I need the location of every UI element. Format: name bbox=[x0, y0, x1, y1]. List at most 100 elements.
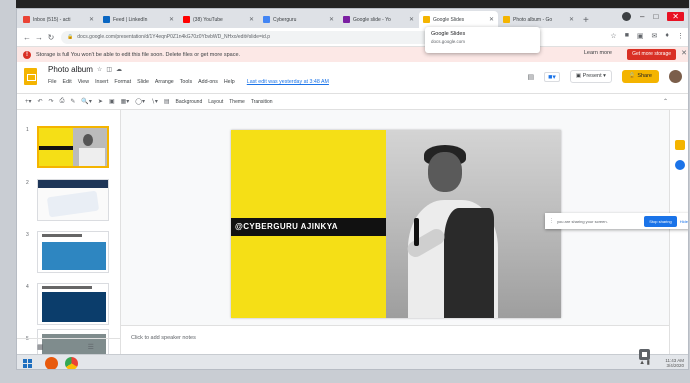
close-tab-icon[interactable]: ✕ bbox=[489, 16, 494, 23]
close-tab-icon[interactable]: ✕ bbox=[249, 16, 254, 23]
explore-icon[interactable] bbox=[639, 349, 650, 360]
close-window-icon[interactable]: ✕ bbox=[667, 12, 684, 21]
slide-thumbnail-2[interactable] bbox=[37, 179, 109, 221]
menu-item-arrange[interactable]: Arrange bbox=[155, 79, 174, 85]
stop-sharing-button[interactable]: Stop sharing bbox=[644, 215, 677, 227]
menu-item-view[interactable]: View bbox=[78, 79, 89, 85]
document-title[interactable]: Photo album bbox=[48, 65, 93, 74]
cloud-status-icon[interactable]: ☁ bbox=[116, 66, 122, 73]
drag-handle-icon[interactable]: ⋮ bbox=[549, 218, 554, 224]
browser-tab[interactable]: (38) YouTube ✕ bbox=[179, 11, 258, 28]
slide-thumbnail-3[interactable] bbox=[37, 231, 109, 273]
user-avatar[interactable] bbox=[669, 70, 682, 83]
learn-more-link[interactable]: Learn more bbox=[584, 50, 612, 56]
browser-window: Inbox (515) - acti ✕ Feed | LinkedIn ✕ (38) … bbox=[16, 8, 689, 370]
hide-button[interactable]: Hide bbox=[680, 219, 688, 224]
move-folder-icon[interactable]: ◫ bbox=[106, 66, 112, 73]
get-more-storage-button[interactable]: Get more storage bbox=[627, 49, 676, 60]
microphone bbox=[414, 218, 419, 246]
transition-button[interactable]: Transition bbox=[251, 99, 273, 105]
current-slide[interactable]: @CYBERGURU AJINKYA bbox=[231, 130, 561, 318]
comments-icon[interactable]: ▤ bbox=[528, 73, 535, 81]
forward-icon[interactable]: → bbox=[33, 33, 45, 42]
close-tab-icon[interactable]: ✕ bbox=[409, 16, 414, 23]
taskbar-clock[interactable]: 11:43 AM 3/4/2020 bbox=[665, 358, 684, 368]
keep-icon[interactable] bbox=[675, 140, 685, 150]
back-icon[interactable]: ← bbox=[21, 33, 33, 42]
filmstrip-view-icon[interactable]: ☰ bbox=[88, 343, 94, 351]
share-button[interactable]: 🔒 Share bbox=[621, 70, 659, 83]
close-tab-icon[interactable]: ✕ bbox=[569, 16, 574, 23]
star-icon[interactable]: ☆ bbox=[610, 32, 616, 40]
background-button[interactable]: Background bbox=[176, 99, 203, 105]
browser-tab[interactable]: Photo album - Go ✕ bbox=[499, 11, 578, 28]
mail-icon[interactable]: ✉ bbox=[652, 32, 658, 40]
speaker-notes[interactable]: Click to add speaker notes bbox=[121, 325, 669, 354]
extension-icon[interactable]: ▣ bbox=[637, 32, 644, 40]
star-icon[interactable]: ☆ bbox=[97, 66, 102, 73]
browser-tab[interactable]: Cyberguru ✕ bbox=[259, 11, 338, 28]
reload-icon[interactable]: ↻ bbox=[45, 33, 57, 42]
paint-format-icon[interactable]: ✎ bbox=[70, 98, 75, 105]
zoom-icon[interactable]: 🔍▾ bbox=[81, 98, 91, 105]
theme-button[interactable]: Theme bbox=[229, 99, 245, 105]
layout-button[interactable]: Layout bbox=[208, 99, 223, 105]
menu-item-add-ons[interactable]: Add-ons bbox=[198, 79, 218, 85]
speaker-photo[interactable] bbox=[386, 130, 561, 318]
print-icon[interactable]: ⎙ bbox=[60, 98, 65, 105]
windows-start-icon[interactable] bbox=[23, 359, 33, 369]
menu-item-format[interactable]: Format bbox=[114, 79, 131, 85]
menu-item-file[interactable]: File bbox=[48, 79, 57, 85]
menu-item-edit[interactable]: Edit bbox=[63, 79, 72, 85]
browser-tab[interactable]: Feed | LinkedIn ✕ bbox=[99, 11, 178, 28]
shape-icon[interactable]: ◯▾ bbox=[135, 98, 145, 105]
tab-favicon-icon bbox=[103, 16, 110, 23]
tab-hover-tooltip: Google Slides docs.google.com bbox=[425, 27, 540, 53]
image-icon[interactable]: ▦▾ bbox=[121, 98, 130, 105]
menu-item-slide[interactable]: Slide bbox=[137, 79, 149, 85]
slide-thumbnail-1[interactable] bbox=[37, 126, 109, 168]
slide-thumbnail-4[interactable] bbox=[37, 283, 109, 325]
meet-icon[interactable]: ■▾ bbox=[544, 71, 560, 82]
textbox-icon[interactable]: ▣ bbox=[109, 98, 115, 105]
maximize-icon[interactable]: □ bbox=[653, 12, 658, 21]
redo-icon[interactable]: ↷ bbox=[49, 98, 54, 105]
grid-view-icon[interactable]: ▦ bbox=[37, 343, 44, 351]
lock-icon: 🔒 bbox=[67, 34, 74, 40]
puzzle-icon[interactable]: ♦ bbox=[665, 32, 669, 40]
system-tray-icons[interactable]: ▲ ▮ bbox=[639, 359, 650, 366]
tab-favicon-icon bbox=[263, 16, 270, 23]
extension-icon[interactable]: ■ bbox=[625, 32, 629, 40]
select-icon[interactable]: ➤ bbox=[98, 98, 103, 105]
firefox-icon[interactable] bbox=[45, 357, 58, 369]
share-label: Share bbox=[637, 73, 652, 79]
close-tab-icon[interactable]: ✕ bbox=[329, 16, 334, 23]
close-banner-icon[interactable]: ✕ bbox=[681, 49, 687, 57]
close-tab-icon[interactable]: ✕ bbox=[169, 16, 174, 23]
menu-item-help[interactable]: Help bbox=[224, 79, 235, 85]
chrome-icon[interactable] bbox=[65, 357, 78, 369]
new-slide-icon[interactable]: +▾ bbox=[25, 98, 32, 105]
minimize-icon[interactable]: – bbox=[640, 12, 644, 21]
account-circle-icon[interactable] bbox=[622, 12, 631, 21]
undo-icon[interactable]: ↶ bbox=[38, 98, 43, 105]
new-tab-button[interactable]: + bbox=[583, 15, 589, 26]
collapse-toolbar-icon[interactable]: ⌃ bbox=[663, 98, 668, 105]
browser-tab[interactable]: Google Slides ✕ bbox=[419, 11, 498, 28]
slides-logo-icon[interactable] bbox=[24, 68, 37, 85]
present-button[interactable]: ▣ Present ▾ bbox=[569, 70, 612, 83]
browser-tab[interactable]: Google slide - Yo ✕ bbox=[339, 11, 418, 28]
close-tab-icon[interactable]: ✕ bbox=[89, 16, 94, 23]
menu-item-insert[interactable]: Insert bbox=[95, 79, 108, 85]
last-edit-link[interactable]: Last edit was yesterday at 3:48 AM bbox=[247, 79, 329, 85]
line-icon[interactable]: ∖▾ bbox=[151, 98, 158, 105]
slide-handle-text[interactable]: @CYBERGURU AJINKYA bbox=[231, 218, 386, 236]
tasks-icon[interactable] bbox=[675, 160, 685, 170]
browser-tab[interactable]: Inbox (515) - acti ✕ bbox=[19, 11, 98, 28]
url-text: docs.google.com/presentation/d/1Y4eqnP0Z… bbox=[77, 34, 270, 40]
comment-add-icon[interactable]: ▤ bbox=[164, 98, 170, 105]
warning-icon: ! bbox=[23, 50, 31, 59]
slide-number: 4 bbox=[26, 284, 29, 290]
menu-item-tools[interactable]: Tools bbox=[180, 79, 192, 85]
menu-dots-icon[interactable]: ⋮ bbox=[677, 32, 684, 40]
